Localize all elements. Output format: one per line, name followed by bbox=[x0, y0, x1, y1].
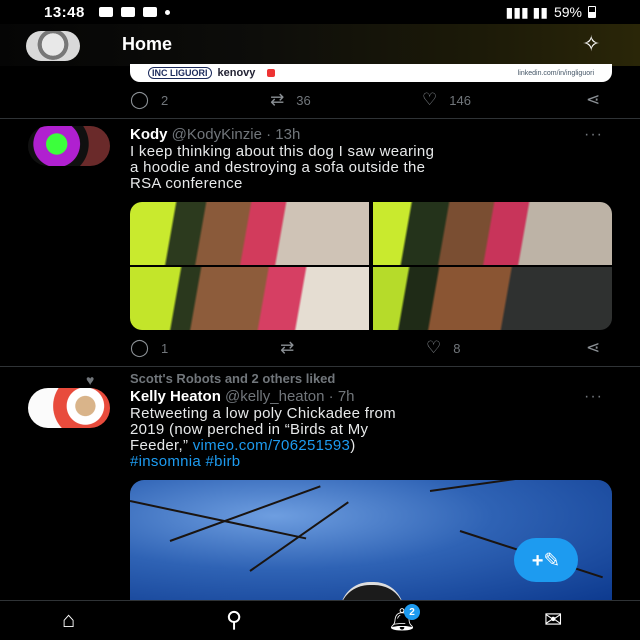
retweet-count: 36 bbox=[296, 92, 311, 108]
tweet-link[interactable]: vimeo.com/706251593 bbox=[193, 437, 350, 454]
media-photo-2[interactable] bbox=[373, 202, 612, 265]
tweet-text-line: Feeder,” vimeo.com/706251593) bbox=[130, 438, 620, 454]
bottom-navigation: ⌂ ⚲ 🔔︎ ✉ bbox=[0, 600, 640, 640]
brand-logo-kenovy: kenovy bbox=[217, 67, 256, 79]
like-count: 8 bbox=[453, 340, 461, 356]
media-photo-3[interactable] bbox=[130, 267, 369, 330]
status-notification-icons bbox=[98, 7, 170, 17]
tweet-time: · 13h bbox=[266, 126, 301, 143]
like-count: 146 bbox=[449, 92, 471, 108]
share-button[interactable]: ⋖ bbox=[586, 338, 600, 358]
retweet-button[interactable]: ⇄ 36 bbox=[270, 90, 311, 110]
battery-icon bbox=[588, 6, 596, 18]
tweet-text-line: RSA conference bbox=[130, 175, 243, 192]
author-name[interactable]: Kody bbox=[130, 126, 168, 143]
avatar-kelly[interactable] bbox=[28, 388, 110, 428]
profile-avatar[interactable] bbox=[26, 31, 80, 61]
share-button[interactable]: ⋖ bbox=[586, 90, 600, 110]
tweet-header: Kelly Heaton @kelly_heaton · 7h bbox=[130, 388, 355, 405]
tweet-time: · 7h bbox=[328, 388, 355, 405]
status-right: ▮▮▮ ▮▮ 59% bbox=[506, 4, 596, 21]
media-photo-1[interactable] bbox=[130, 202, 369, 265]
tweet-text-fragment: Feeder,” bbox=[130, 437, 189, 454]
tree-branch bbox=[130, 500, 307, 540]
more-options-icon[interactable]: ··· bbox=[584, 388, 603, 406]
author-handle[interactable]: @kelly_heaton bbox=[225, 388, 324, 405]
retweet-icon: ⇄ bbox=[280, 338, 295, 357]
link-card[interactable]: INC LIGUORI kenovy linkedin.com/in/ingli… bbox=[130, 64, 612, 82]
reply-icon: ◯ bbox=[130, 90, 150, 109]
message-icon bbox=[120, 7, 135, 17]
reply-icon: ◯ bbox=[130, 338, 150, 357]
avatar-kody[interactable] bbox=[28, 126, 110, 166]
heart-icon: ♡ bbox=[426, 338, 442, 357]
share-icon: ⋖ bbox=[586, 338, 601, 357]
reply-button[interactable]: ◯ 2 bbox=[130, 90, 168, 110]
tree-branch bbox=[249, 501, 349, 572]
home-icon[interactable]: ⌂ bbox=[62, 609, 75, 631]
brand-logo-liguori: INC LIGUORI bbox=[148, 67, 212, 79]
heart-icon: ♡ bbox=[422, 90, 438, 109]
share-icon: ⋖ bbox=[586, 90, 601, 109]
retweet-button[interactable]: ⇄ bbox=[280, 338, 306, 358]
compose-tweet-button[interactable]: +✎ bbox=[514, 538, 578, 582]
tweet-hashtags[interactable]: #insomnia #birb bbox=[130, 454, 620, 470]
search-icon[interactable]: ⚲ bbox=[226, 609, 242, 631]
page-title: Home bbox=[122, 34, 173, 54]
reply-count: 2 bbox=[161, 92, 169, 108]
like-button[interactable]: ♡ 8 bbox=[426, 338, 460, 358]
divider bbox=[0, 366, 640, 367]
social-context[interactable]: Scott's Robots and 2 others liked bbox=[130, 371, 335, 386]
battery-percent: 59% bbox=[553, 4, 582, 20]
tools-icon bbox=[142, 7, 157, 17]
tweet-text-line: a hoodie and destroying a sofa outside t… bbox=[130, 159, 426, 176]
reply-count: 1 bbox=[161, 340, 169, 356]
reply-button[interactable]: ◯ 1 bbox=[130, 338, 168, 358]
notification-badge: 2 bbox=[404, 604, 420, 620]
liked-heart-icon: ♥ bbox=[86, 372, 95, 388]
tweet-text-line: 2019 (now perched in “Birds at My bbox=[130, 421, 369, 438]
brand-badge-icon bbox=[267, 69, 276, 77]
sparkle-icon[interactable]: ✧ bbox=[582, 33, 600, 55]
signal-icon: ▮▮▮ ▮▮ bbox=[505, 3, 548, 20]
tweet-text-fragment: ) bbox=[350, 437, 356, 454]
top-app-bar: Home ✧ bbox=[0, 24, 640, 66]
tweet-text[interactable]: Retweeting a low poly Chickadee from 201… bbox=[130, 406, 620, 470]
dot-icon bbox=[164, 9, 170, 15]
author-handle[interactable]: @KodyKinzie bbox=[172, 126, 262, 143]
bird-sculpture bbox=[340, 582, 404, 600]
retweet-icon: ⇄ bbox=[270, 90, 285, 109]
more-options-icon[interactable]: ··· bbox=[584, 126, 603, 144]
card-url: linkedin.com/in/ingliguori bbox=[517, 69, 594, 77]
status-bar: 13:48 ▮▮▮ ▮▮ 59% bbox=[0, 0, 640, 24]
status-time: 13:48 bbox=[44, 3, 85, 21]
tweet-actions: ◯ 1 ⇄ ♡ 8 ⋖ bbox=[130, 338, 612, 358]
gallery-icon bbox=[98, 7, 113, 17]
tweet-header: Kody @KodyKinzie · 13h bbox=[130, 126, 300, 143]
tweet-text-line: Retweeting a low poly Chickadee from bbox=[130, 405, 396, 422]
tweet-actions-prev: ◯ 2 ⇄ 36 ♡ 146 ⋖ bbox=[130, 90, 612, 110]
mail-icon[interactable]: ✉ bbox=[544, 609, 562, 631]
tweet-text-line: I keep thinking about this dog I saw wea… bbox=[130, 143, 435, 160]
tree-branch bbox=[429, 480, 611, 492]
media-photo-4[interactable] bbox=[373, 267, 612, 330]
like-button[interactable]: ♡ 146 bbox=[422, 90, 471, 110]
tweet-text[interactable]: I keep thinking about this dog I saw wea… bbox=[130, 144, 620, 192]
author-name[interactable]: Kelly Heaton bbox=[130, 388, 221, 405]
divider bbox=[0, 118, 640, 119]
compose-feather-icon: +✎ bbox=[531, 549, 561, 572]
tweet-media-grid bbox=[130, 202, 612, 330]
